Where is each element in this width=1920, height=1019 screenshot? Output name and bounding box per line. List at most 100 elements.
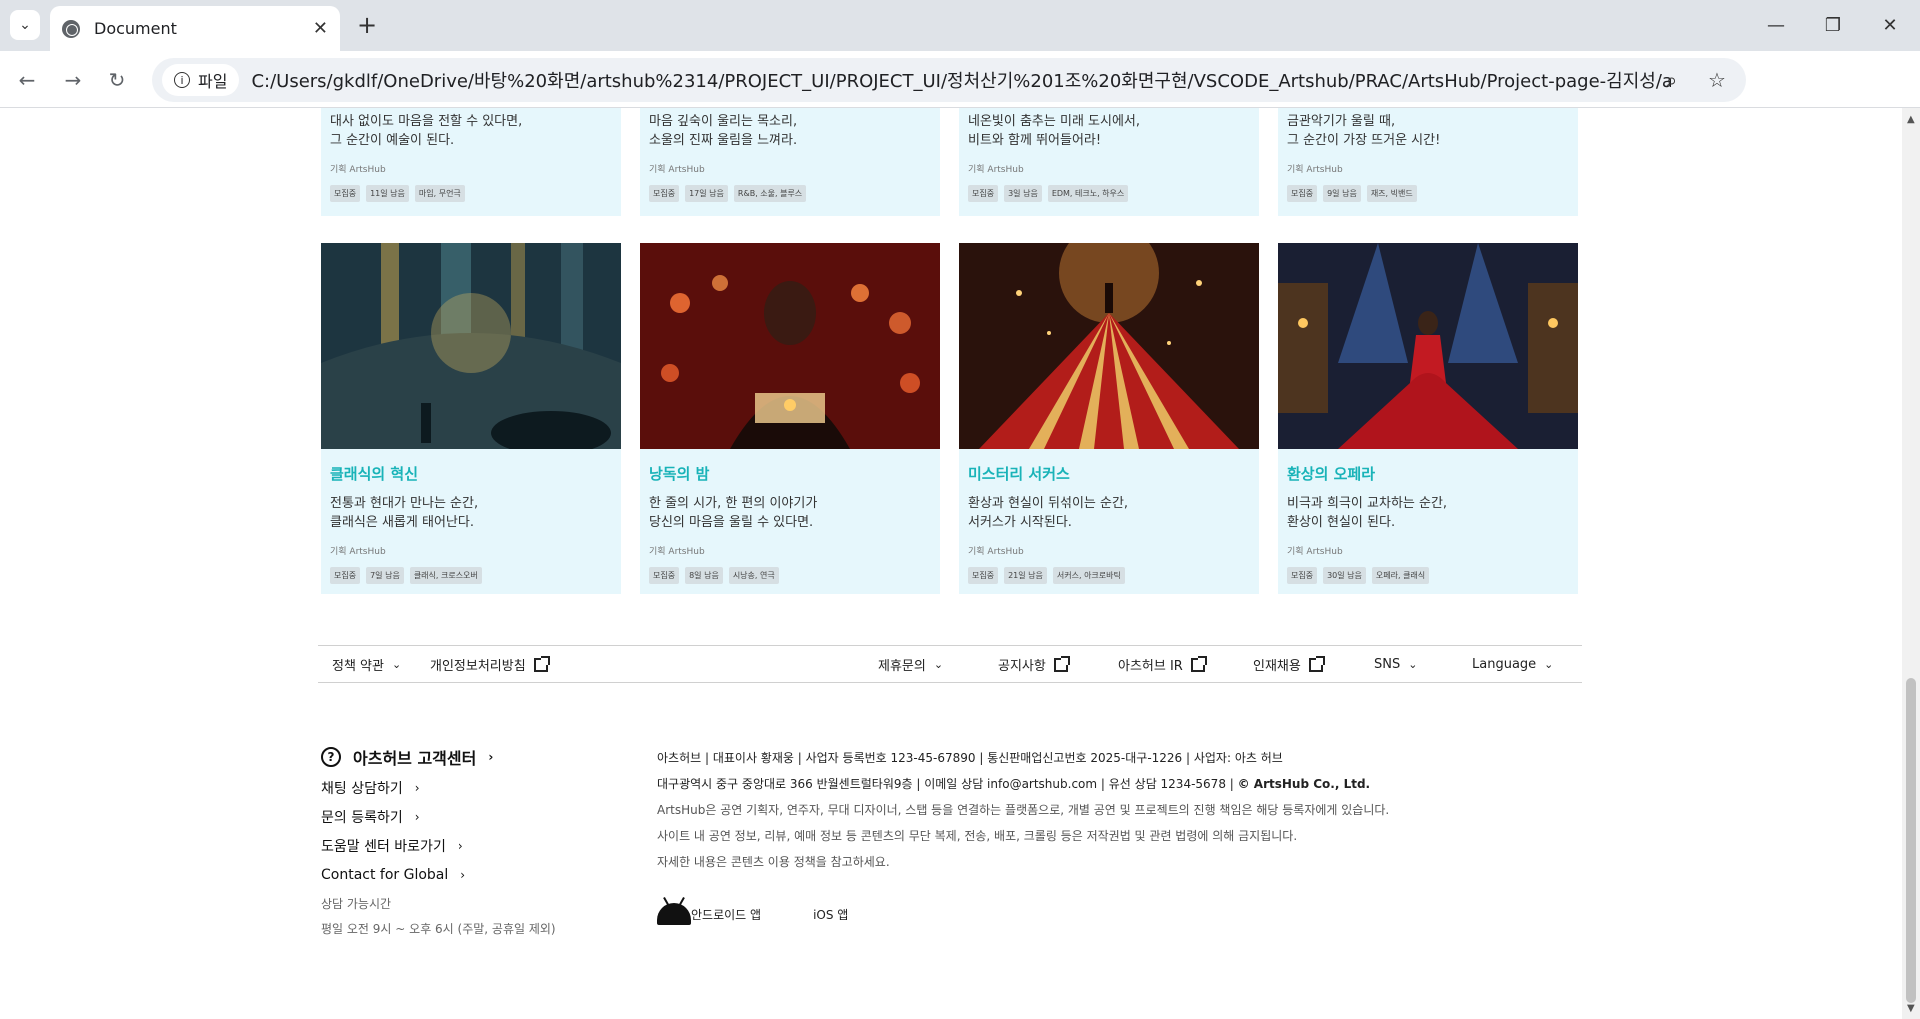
card-tags: 모집중 9일 남음 재즈, 빅밴드 bbox=[1287, 185, 1569, 202]
language-dropdown[interactable]: Language ⌄ bbox=[1472, 646, 1553, 683]
partnership-label: 제휴문의 bbox=[878, 659, 926, 674]
ir-link[interactable]: 아츠허브 IR bbox=[1118, 646, 1207, 683]
page-scrollbar[interactable]: ▲ ▼ bbox=[1902, 108, 1920, 1019]
new-tab-button[interactable]: + bbox=[352, 10, 382, 40]
globe-icon bbox=[62, 19, 80, 38]
deadline-tag: 7일 남음 bbox=[366, 567, 404, 584]
card-description: 네온빛이 춤추는 미래 도시에서, 비트와 함께 뛰어들어라! bbox=[968, 114, 1141, 148]
reload-button[interactable]: ↻ bbox=[100, 63, 134, 97]
card-image bbox=[1278, 243, 1578, 449]
chevron-down-icon: ⌄ bbox=[1408, 658, 1418, 671]
card-organizer: 기획 ArtsHub bbox=[330, 547, 386, 557]
global-contact-link[interactable]: Contact for Global › bbox=[321, 864, 611, 885]
help-center-label: 도움말 센터 바로가기 bbox=[321, 838, 446, 855]
footer-link-bar: 정책 약관 ⌄ 개인정보처리방침 제휴문의 ⌄ 공지사항 아츠허브 IR 인재채… bbox=[318, 645, 1582, 683]
card-organizer: 기획 ArtsHub bbox=[968, 165, 1024, 175]
chat-consult-link[interactable]: 채팅 상담하기 › bbox=[321, 777, 611, 798]
status-tag: 모집중 bbox=[1287, 185, 1318, 202]
address-bar[interactable]: i 파일 C:/Users/gkdlf/OneDrive/바탕%20화면/art… bbox=[152, 58, 1746, 102]
status-tag: 모집중 bbox=[330, 567, 361, 584]
hours-text: 평일 오전 9시 ~ 오후 6시 (주말, 공휴일 제외) bbox=[321, 922, 556, 936]
browser-tab[interactable]: Document ✕ bbox=[50, 6, 340, 51]
performance-card-reading[interactable]: 낭독의 밤 한 줄의 시가, 한 편의 이야기가 당신의 마음을 울릴 수 있다면… bbox=[640, 243, 940, 594]
customer-center-title: 아츠허브 고객센터 bbox=[353, 749, 477, 768]
card-image bbox=[321, 243, 621, 449]
card-title[interactable]: 환상의 오페라 bbox=[1287, 463, 1569, 484]
deadline-tag: 11일 남음 bbox=[366, 185, 409, 202]
card-image bbox=[959, 243, 1259, 449]
card-image bbox=[640, 243, 940, 449]
recruit-label: 인재채용 bbox=[1253, 659, 1301, 674]
inquiry-link[interactable]: 문의 등록하기 › bbox=[321, 806, 611, 827]
genre-tag: 시낭송, 연극 bbox=[728, 567, 779, 584]
card-description: 한 줄의 시가, 한 편의 이야기가 당신의 마음을 울릴 수 있다면. bbox=[649, 496, 818, 530]
company-info: 아츠허브 | 대표이사 황재웅 | 사업자 등록번호 123-45-67890 … bbox=[657, 745, 1597, 875]
card-organizer: 기획 ArtsHub bbox=[968, 547, 1024, 557]
performance-card-classic[interactable]: 클래식의 혁신 전통과 현대가 만나는 순간, 클래식은 새롭게 태어난다. 기획… bbox=[321, 243, 621, 594]
card-organizer: 기획 ArtsHub bbox=[649, 165, 705, 175]
performance-card[interactable]: 금관악기가 울릴 때, 그 순간이 가장 뜨거운 시간! 기획 ArtsHub 모… bbox=[1278, 108, 1578, 216]
card-description: 전통과 현대가 만나는 순간, 클래식은 새롭게 태어난다. bbox=[330, 496, 479, 530]
notice-link[interactable]: 공지사항 bbox=[998, 646, 1070, 683]
company-note-3: 자세한 내용은 콘텐츠 이용 정책을 참고하세요. bbox=[657, 855, 890, 869]
global-contact-label: Contact for Global bbox=[321, 866, 449, 883]
copyright: © ArtsHub Co., Ltd. bbox=[1237, 777, 1371, 791]
back-button[interactable]: ← bbox=[10, 63, 44, 97]
status-tag: 모집중 bbox=[649, 567, 680, 584]
performance-card[interactable]: 네온빛이 춤추는 미래 도시에서, 비트와 함께 뛰어들어라! 기획 ArtsHu… bbox=[959, 108, 1259, 216]
performance-card[interactable]: 대사 없이도 마음을 전할 수 있다면, 그 순간이 예술이 된다. 기획 Art… bbox=[321, 108, 621, 216]
minimize-button[interactable]: — bbox=[1756, 8, 1796, 42]
android-icon bbox=[657, 903, 691, 925]
language-label: Language bbox=[1472, 657, 1537, 672]
page-viewport: 대사 없이도 마음을 전할 수 있다면, 그 순간이 예술이 된다. 기획 Art… bbox=[0, 108, 1902, 1019]
deadline-tag: 8일 남음 bbox=[685, 567, 723, 584]
scroll-down-arrow-icon[interactable]: ▼ bbox=[1907, 1003, 1915, 1014]
help-center-link[interactable]: 도움말 센터 바로가기 › bbox=[321, 835, 611, 856]
status-tag: 모집중 bbox=[968, 567, 999, 584]
browser-tab-strip: ⌄ Document ✕ + — ❐ ✕ bbox=[0, 0, 1920, 51]
forward-button[interactable]: → bbox=[56, 63, 90, 97]
info-icon: i bbox=[174, 72, 190, 88]
ios-app-link[interactable]: iOS 앱 bbox=[813, 906, 848, 923]
partnership-dropdown[interactable]: 제휴문의 ⌄ bbox=[878, 646, 943, 683]
sns-dropdown[interactable]: SNS ⌄ bbox=[1374, 646, 1417, 683]
privacy-policy-link[interactable]: 개인정보처리방침 bbox=[430, 646, 550, 683]
status-tag: 모집중 bbox=[649, 185, 680, 202]
chevron-right-icon: › bbox=[460, 867, 466, 882]
bookmark-star-icon[interactable]: ☆ bbox=[1708, 68, 1726, 92]
customer-center-link[interactable]: ? 아츠허브 고객센터 › bbox=[321, 745, 611, 769]
terms-dropdown[interactable]: 정책 약관 ⌄ bbox=[332, 646, 401, 683]
card-tags: 모집중 11일 남음 마임, 무언극 bbox=[330, 185, 612, 202]
card-title[interactable]: 미스터리 서커스 bbox=[968, 463, 1250, 484]
browser-toolbar: ← → ↻ i 파일 C:/Users/gkdlf/OneDrive/바탕%20… bbox=[0, 51, 1920, 143]
performance-card-opera[interactable]: 환상의 오페라 비극과 희극이 교차하는 순간, 환상이 현실이 된다. 기획 A… bbox=[1278, 243, 1578, 594]
close-tab-icon[interactable]: ✕ bbox=[313, 18, 328, 39]
restore-button[interactable]: ❐ bbox=[1813, 8, 1853, 42]
performance-card[interactable]: 마음 깊숙이 울리는 목소리, 소울의 진짜 울림을 느껴라. 기획 ArtsHu… bbox=[640, 108, 940, 216]
chevron-right-icon: › bbox=[488, 750, 494, 764]
company-line-2: 대구광역시 중구 중앙대로 366 반월센트럴타워9층 | 이메일 상담 inf… bbox=[657, 777, 1371, 791]
card-tags: 모집중 21일 남음 서커스, 아크로바틱 bbox=[968, 567, 1250, 584]
url-text[interactable]: C:/Users/gkdlf/OneDrive/바탕%20화면/artshub%… bbox=[251, 67, 1671, 93]
scrollbar-thumb[interactable] bbox=[1906, 678, 1916, 1003]
tab-search-button[interactable]: ⌄ bbox=[10, 10, 40, 40]
scroll-up-arrow-icon[interactable]: ▲ bbox=[1907, 114, 1915, 125]
site-info-chip[interactable]: i 파일 bbox=[162, 64, 240, 96]
close-window-button[interactable]: ✕ bbox=[1870, 8, 1910, 42]
recruit-link[interactable]: 인재채용 bbox=[1253, 646, 1325, 683]
card-title[interactable]: 낭독의 밤 bbox=[649, 463, 931, 484]
genre-tag: 클래식, 크로스오버 bbox=[409, 567, 482, 584]
card-title[interactable]: 클래식의 혁신 bbox=[330, 463, 612, 484]
card-description: 금관악기가 울릴 때, 그 순간이 가장 뜨거운 시간! bbox=[1287, 114, 1441, 148]
genre-tag: 오페라, 클래식 bbox=[1371, 567, 1430, 584]
hours-label: 상담 가능시간 bbox=[321, 897, 392, 911]
deadline-tag: 30일 남음 bbox=[1323, 567, 1366, 584]
card-organizer: 기획 ArtsHub bbox=[1287, 547, 1343, 557]
app-links: 안드로이드 앱 iOS 앱 bbox=[657, 903, 848, 925]
zoom-icon[interactable]: ⌕ bbox=[1666, 68, 1677, 92]
performance-card-circus[interactable]: 미스터리 서커스 환상과 현실이 뒤섞이는 순간, 서커스가 시작된다. 기획 A… bbox=[959, 243, 1259, 594]
deadline-tag: 17일 남음 bbox=[685, 185, 728, 202]
card-organizer: 기획 ArtsHub bbox=[330, 165, 386, 175]
genre-tag: EDM, 테크노, 하우스 bbox=[1047, 185, 1129, 202]
android-app-link[interactable]: 안드로이드 앱 bbox=[691, 906, 761, 923]
